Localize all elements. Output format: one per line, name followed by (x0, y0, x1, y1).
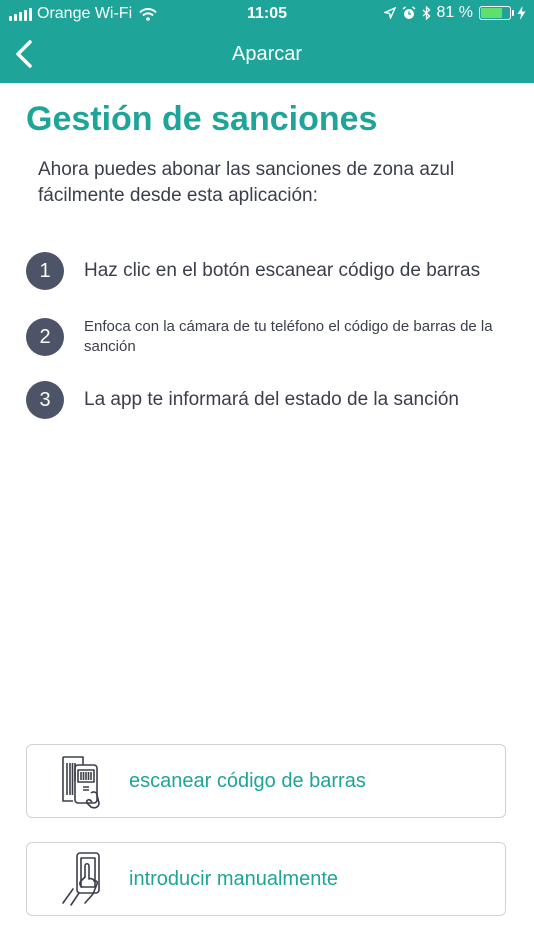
manual-entry-label: introducir manualmente (129, 867, 338, 890)
manual-entry-button[interactable]: introducir manualmente (26, 842, 506, 916)
status-bar: Orange Wi-Fi 11:05 81 % (0, 0, 534, 30)
charging-bolt-icon (517, 6, 526, 20)
step-item: 3 La app te informará del estado de la s… (26, 381, 459, 419)
alarm-icon (402, 6, 416, 19)
battery-icon (479, 6, 514, 20)
step-text: Haz clic en el botón escanear código de … (84, 260, 481, 281)
barcode-scan-icon (62, 756, 100, 809)
bluetooth-icon (422, 6, 430, 20)
nav-bar: Aparcar (0, 30, 534, 83)
hand-touch-phone-icon (62, 852, 100, 906)
page-title: Gestión de sanciones (26, 100, 378, 138)
step-text: La app te informará del estado de la san… (84, 389, 459, 410)
step-number-badge: 1 (26, 252, 64, 290)
step-item: 2 Enfoca con la cámara de tu teléfono el… (26, 317, 504, 357)
location-arrow-icon (383, 7, 396, 19)
step-number-badge: 2 (26, 318, 64, 356)
battery-percent: 81 % (436, 4, 473, 21)
nav-title: Aparcar (231, 43, 303, 65)
step-item: 1 Haz clic en el botón escanear código d… (26, 252, 480, 290)
scan-barcode-button[interactable]: escanear código de barras (26, 744, 506, 818)
step-number-badge: 3 (26, 381, 64, 419)
scan-barcode-label: escanear código de barras (129, 769, 366, 792)
app-header: Orange Wi-Fi 11:05 81 % Aparcar (0, 0, 534, 83)
intro-text: Ahora puedes abonar las sanciones de zon… (38, 159, 455, 206)
step-text: Enfoca con la cámara de tu teléfono el c… (84, 318, 493, 355)
